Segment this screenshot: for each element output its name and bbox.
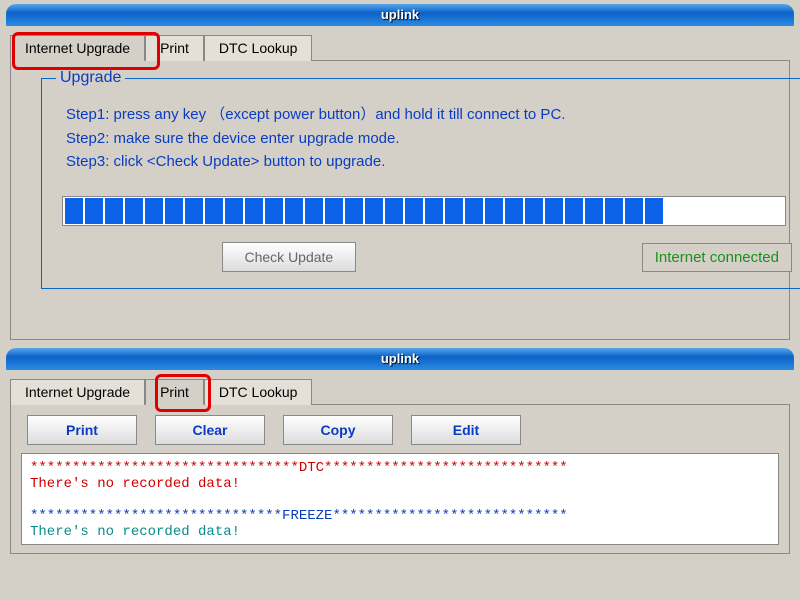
console-dtc-msg: There's no recorded data! [30,476,770,492]
progress-segment [165,198,183,224]
step-3: Step3: click <Check Update> button to up… [66,153,792,170]
print-button[interactable]: Print [27,415,137,445]
check-update-button[interactable]: Check Update [222,242,357,272]
console-output: ********************************DTC*****… [21,453,779,545]
progress-segment [485,198,503,224]
upgrade-group: Upgrade Step1: press any key （except pow… [41,69,800,289]
tab-internet-upgrade[interactable]: Internet Upgrade [10,35,145,61]
progress-segment [225,198,243,224]
progress-segment [625,198,643,224]
progress-segment [745,198,763,224]
progress-segment [565,198,583,224]
console-freeze-msg: There's no recorded data! [30,524,770,540]
progress-segment [705,198,723,224]
titlebar-2: uplink [6,348,794,370]
console-dtc-header: ********************************DTC*****… [30,460,770,476]
tab-internet-upgrade-2[interactable]: Internet Upgrade [10,379,145,405]
progress-segment [545,198,563,224]
progress-segment [445,198,463,224]
titlebar-1: uplink [6,4,794,26]
progress-segment [405,198,423,224]
progress-segment [525,198,543,224]
tab-print[interactable]: Print [145,35,204,61]
window-print: uplink Internet Upgrade Print DTC Lookup… [0,344,800,558]
window-upgrade: uplink Internet Upgrade Print DTC Lookup… [0,0,800,344]
progress-segment [385,198,403,224]
progress-segment [585,198,603,224]
tabs-2: Internet Upgrade Print DTC Lookup [10,378,790,404]
print-toolbar: Print Clear Copy Edit [27,415,789,445]
progress-segment [65,198,83,224]
progress-segment [265,198,283,224]
progress-segment [205,198,223,224]
tab-dtc-lookup[interactable]: DTC Lookup [204,35,313,61]
progress-segment [105,198,123,224]
copy-button[interactable]: Copy [283,415,393,445]
progress-bar [62,196,786,226]
console-freeze-header: ******************************FREEZE****… [30,508,770,524]
step-2: Step2: make sure the device enter upgrad… [66,130,792,147]
upgrade-legend: Upgrade [56,69,125,87]
progress-segment [185,198,203,224]
tab-print-2[interactable]: Print [145,379,204,405]
progress-segment [125,198,143,224]
progress-segment [325,198,343,224]
progress-segment [145,198,163,224]
step-1: Step1: press any key （except power butto… [66,103,792,124]
progress-segment [345,198,363,224]
progress-segment [665,198,683,224]
progress-segment [365,198,383,224]
tabs-1: Internet Upgrade Print DTC Lookup [10,34,790,60]
progress-segment [605,198,623,224]
status-internet: Internet connected [642,243,792,272]
progress-segment [645,198,663,224]
progress-segment [685,198,703,224]
tab-body-upgrade: Upgrade Step1: press any key （except pow… [10,60,790,340]
progress-segment [425,198,443,224]
edit-button[interactable]: Edit [411,415,521,445]
progress-segment [725,198,743,224]
progress-segment [85,198,103,224]
progress-segment [285,198,303,224]
progress-segment [245,198,263,224]
tab-dtc-lookup-2[interactable]: DTC Lookup [204,379,313,405]
clear-button[interactable]: Clear [155,415,265,445]
progress-segment [465,198,483,224]
tab-body-print: Print Clear Copy Edit ******************… [10,404,790,554]
progress-segment [505,198,523,224]
progress-segment [765,198,783,224]
progress-segment [305,198,323,224]
